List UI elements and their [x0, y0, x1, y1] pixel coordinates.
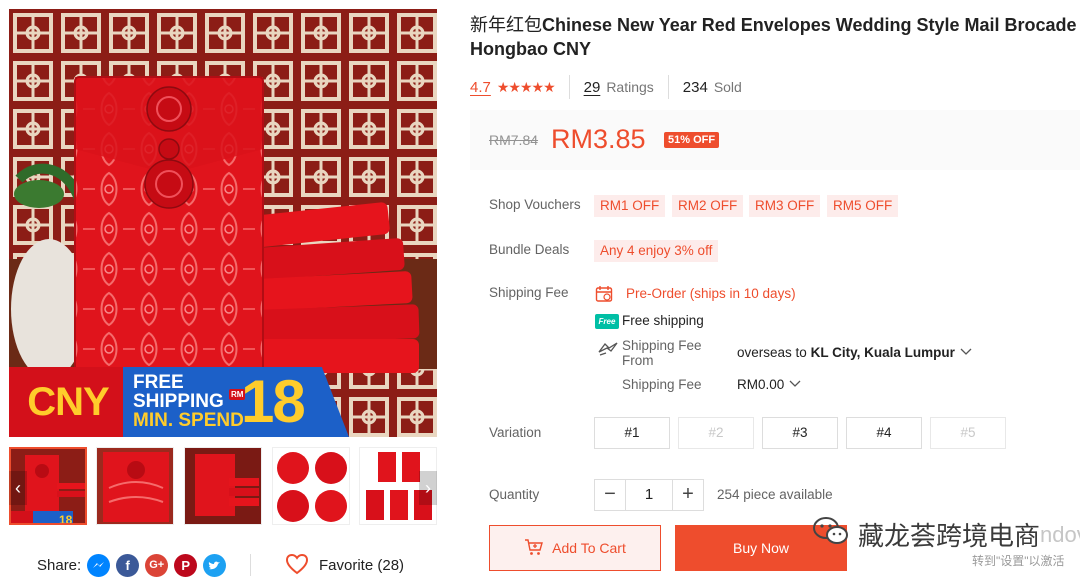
stock-available: 254 piece available [717, 487, 833, 502]
star-rating-icon: ★★★★★ [496, 78, 556, 95]
share-divider [250, 554, 251, 576]
chevron-down-icon [959, 345, 973, 360]
thumbnail-3-image [185, 448, 261, 524]
favorite-button[interactable]: Favorite (28) [285, 553, 404, 578]
cny-label: CNY [9, 367, 127, 437]
shipping-promo-text: FREE SHIPPING MIN. SPEND [133, 373, 244, 430]
thumbnail-2[interactable] [96, 447, 174, 525]
watermark-text: 藏龙荟跨境电商 [858, 521, 1041, 551]
variation-option-3[interactable]: #3 [762, 417, 838, 449]
add-to-cart-label: Add To Cart [552, 540, 626, 556]
messenger-icon[interactable] [87, 553, 111, 577]
product-title-cn: 新年红包 [470, 15, 542, 35]
product-main-image[interactable]: CNY FREE SHIPPING MIN. SPEND RM 18 [9, 9, 437, 437]
shipping-to-word: to [795, 345, 807, 360]
add-to-cart-button[interactable]: Add To Cart [489, 525, 661, 571]
rating-value[interactable]: 4.7 [470, 79, 491, 96]
shipping-fee-value[interactable]: RM0.00 [737, 377, 802, 392]
sold-divider [667, 75, 669, 99]
shipping-destination[interactable]: overseas to KL City, Kuala Lumpur [737, 345, 973, 360]
ratings-count[interactable]: 29 [584, 79, 601, 96]
price-box: RM7.84 RM3.85 51% OFF [470, 110, 1080, 170]
cart-icon [524, 538, 544, 559]
variation-option-5: #5 [930, 417, 1006, 449]
activate-windows-text: 转到"设置"以激活 [972, 554, 1065, 568]
calendar-icon [595, 285, 613, 306]
shipping-fee-from-label: Shipping Fee From [622, 338, 702, 368]
variation-option-1[interactable]: #1 [594, 417, 670, 449]
vouchers-label: Shop Vouchers [489, 197, 581, 212]
shipping-promo-block: FREE SHIPPING MIN. SPEND RM 18 [123, 367, 349, 437]
voucher-rm5[interactable]: RM5 OFF [827, 195, 899, 217]
heart-icon [285, 553, 309, 578]
chevron-down-icon [788, 377, 802, 392]
discount-badge: 51% OFF [664, 132, 720, 148]
shipping-fee-amount: RM0.00 [737, 377, 785, 392]
thumbnail-4[interactable] [272, 447, 350, 525]
sold-label: Sold [713, 79, 742, 95]
shipping-destination-city: KL City, Kuala Lumpur [810, 345, 955, 360]
variation-label: Variation [489, 425, 542, 440]
free-shipping-icon: Free [595, 314, 619, 329]
variation-option-2: #2 [678, 417, 754, 449]
quantity-label: Quantity [489, 487, 540, 502]
rating-divider [568, 75, 570, 99]
bundle-deal-badge[interactable]: Any 4 enjoy 3% off [594, 240, 719, 262]
pinterest-icon[interactable]: P [174, 553, 198, 577]
promo-free: FREE [133, 372, 184, 393]
promo-amount: 18 [241, 368, 306, 435]
wechat-icon [812, 516, 850, 553]
product-title: 新年红包Chinese New Year Red Envelopes Weddi… [470, 13, 1080, 61]
preorder-text: Pre-Order (ships in 10 days) [626, 286, 796, 301]
thumbnail-next-arrow[interactable]: › [419, 471, 437, 505]
ratings-label: Ratings [606, 79, 654, 95]
rating-row: 4.7 ★★★★★ 29 Ratings 234 Sold [470, 75, 742, 99]
bundle-deals-label: Bundle Deals [489, 242, 570, 257]
sale-price: RM3.85 [551, 124, 646, 154]
product-title-en: Chinese New Year Red Envelopes Wedding S… [470, 15, 1077, 59]
shipping-label: Shipping Fee [489, 285, 569, 300]
shipping-origin: overseas [737, 345, 792, 360]
promo-shipping: SHIPPING [133, 391, 224, 412]
share-row: Share: f G+ P [37, 551, 232, 579]
shipping-fee-label: Shipping Fee [622, 377, 702, 392]
voucher-rm1[interactable]: RM1 OFF [594, 195, 666, 217]
watermark-partial: ndov [1040, 521, 1080, 547]
watermark: 藏龙荟跨境电商 ndov [812, 516, 1080, 553]
free-shipping-text: Free shipping [622, 313, 704, 328]
thumbnail-3[interactable] [184, 447, 262, 525]
quantity-decrease-button[interactable]: − [594, 479, 626, 511]
quantity-stepper: − 1 + [594, 479, 704, 511]
quantity-input[interactable]: 1 [626, 479, 672, 511]
original-price: RM7.84 [489, 132, 539, 148]
thumbnail-prev-arrow[interactable]: ‹ [9, 471, 27, 505]
truck-icon [597, 340, 619, 361]
thumbnail-strip: 18 ‹ › [9, 447, 437, 527]
voucher-rm3[interactable]: RM3 OFF [749, 195, 821, 217]
google-plus-icon[interactable]: G+ [145, 553, 169, 577]
favorite-label: Favorite (28) [319, 557, 405, 574]
voucher-rm2[interactable]: RM2 OFF [672, 195, 744, 217]
thumbnail-4-image [273, 448, 349, 524]
free-shipping-banner: CNY FREE SHIPPING MIN. SPEND RM 18 [9, 367, 437, 437]
svg-text:18: 18 [59, 513, 73, 525]
promo-min-spend: MIN. SPEND [133, 410, 244, 431]
share-label: Share: [37, 556, 82, 574]
twitter-icon[interactable] [203, 553, 227, 577]
sold-count: 234 [682, 78, 708, 96]
variation-option-4[interactable]: #4 [846, 417, 922, 449]
quantity-increase-button[interactable]: + [672, 479, 704, 511]
facebook-icon[interactable]: f [116, 553, 140, 577]
thumbnail-2-image [97, 448, 173, 524]
